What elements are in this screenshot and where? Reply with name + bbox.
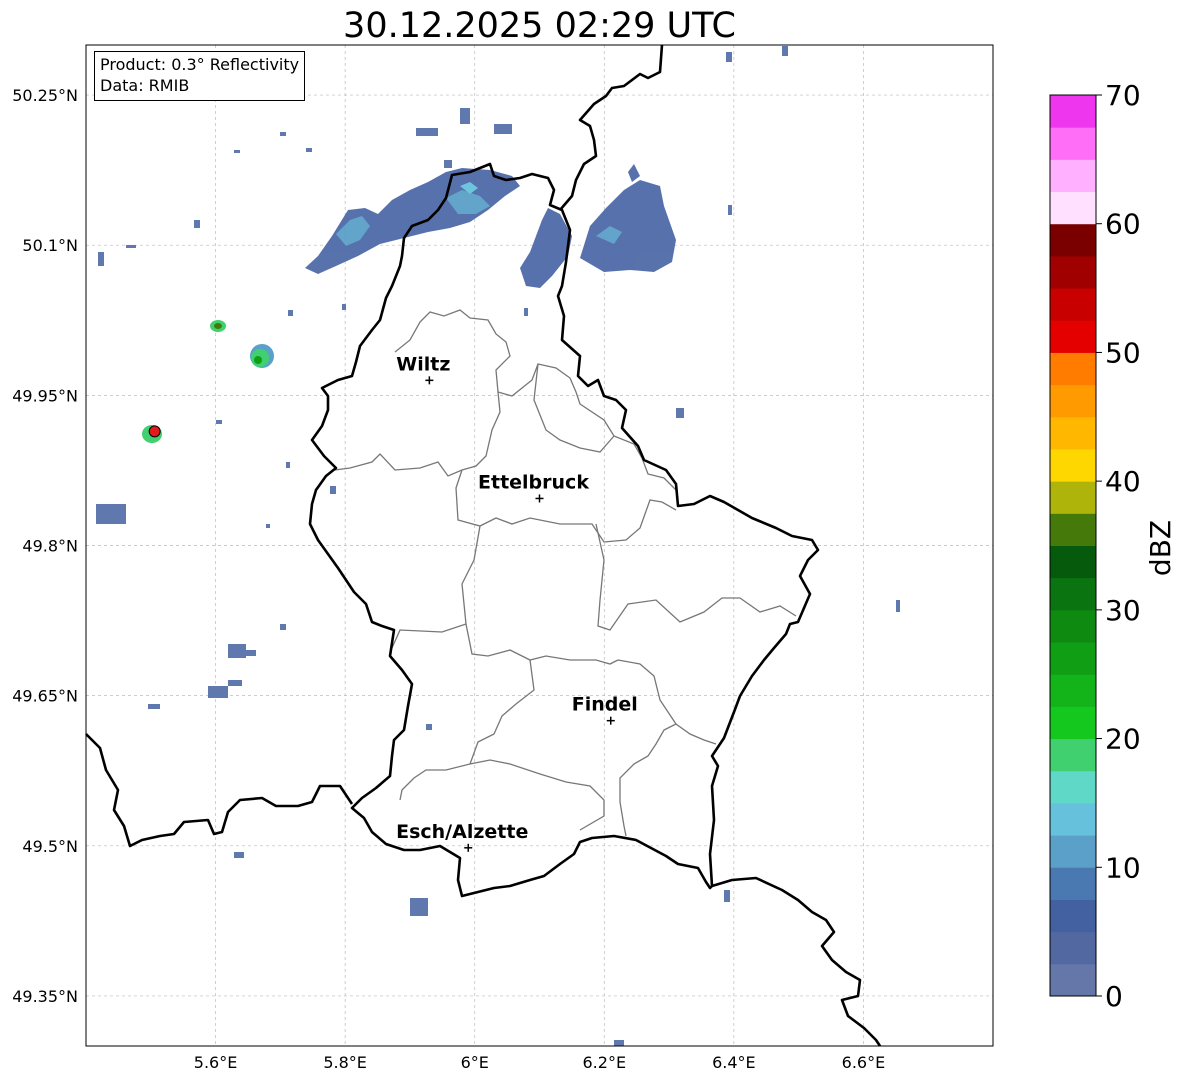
radar-map: WiltzEttelbruckFindelEsch/Alzette 5.6°E 5…: [12, 44, 1177, 1072]
colorbar-segment: [1050, 609, 1096, 643]
colorbar-segment: [1050, 738, 1096, 772]
city-label: Ettelbruck: [478, 471, 589, 493]
admin-boundaries: [334, 309, 797, 837]
colorbar-segment: [1050, 320, 1096, 353]
lon-tick-label: 5.6°E: [194, 1053, 238, 1072]
colorbar-segment: [1050, 577, 1096, 611]
colorbar-tick-label: 40: [1105, 465, 1141, 498]
colorbar-segment: [1050, 931, 1096, 965]
city-markers: Wiltz Ettelbruck Findel Esch/Alzette: [396, 353, 638, 852]
colorbar-label: dBZ: [1144, 520, 1177, 576]
colorbar-tick-label: 10: [1105, 851, 1141, 884]
colorbar-segment: [1050, 545, 1096, 579]
lat-tick-label: 49.5°N: [22, 837, 78, 856]
colorbar-segment: [1050, 416, 1096, 450]
lon-tick-label: 6.4°E: [712, 1053, 756, 1072]
data-source-label: Data: RMIB: [100, 76, 190, 95]
colorbar-segment: [1050, 706, 1096, 740]
colorbar-segment: [1050, 255, 1096, 289]
lat-tick-label: 50.25°N: [12, 86, 78, 105]
colorbar-segment: [1050, 191, 1096, 225]
colorbar-segment: [1050, 384, 1096, 418]
axis-tick-labels: 5.6°E 5.8°E 6°E 6.2°E 6.4°E 6.6°E 50.25°N 50.1°…: [12, 86, 885, 1072]
lon-tick-label: 6°E: [461, 1053, 489, 1072]
grid-lines: [86, 45, 993, 1046]
city-label: Esch/Alzette: [396, 821, 528, 843]
echo-band-north: [305, 164, 676, 288]
echo-cell-west: [142, 320, 274, 443]
colorbar-tick-label: 60: [1105, 208, 1141, 241]
colorbar-segment: [1050, 674, 1096, 707]
lat-tick-label: 49.35°N: [12, 987, 78, 1006]
colorbar-segment: [1050, 127, 1096, 160]
colorbar-segment: [1050, 481, 1096, 514]
colorbar-segment: [1050, 513, 1096, 546]
colorbar-segment: [1050, 642, 1096, 675]
colorbar-segment: [1050, 95, 1096, 128]
city-label: Wiltz: [396, 353, 450, 375]
colorbar: 0 10 20 30 40 50 60 70: [1049, 79, 1141, 1013]
colorbar-segment: [1050, 867, 1096, 900]
product-label: Product: 0.3° Reflectivity: [100, 55, 300, 74]
colorbar-segment: [1050, 159, 1096, 193]
colorbar-segment: [1050, 288, 1096, 321]
colorbar-segment: [1050, 835, 1096, 868]
lon-tick-label: 6.2°E: [583, 1053, 627, 1072]
lon-tick-label: 5.8°E: [323, 1053, 367, 1072]
colorbar-segment: [1050, 802, 1096, 836]
lon-tick-label: 6.6°E: [842, 1053, 886, 1072]
colorbar-segment: [1050, 352, 1096, 386]
colorbar-segment: [1050, 448, 1096, 482]
lat-tick-label: 49.65°N: [12, 687, 78, 706]
radar-site-marker: [148, 425, 161, 438]
colorbar-segment: [1050, 770, 1096, 804]
colorbar-segment: [1050, 963, 1096, 997]
lat-tick-label: 50.1°N: [22, 236, 78, 255]
colorbar-tick-label: 70: [1105, 79, 1141, 112]
colorbar-tick-label: 0: [1105, 980, 1123, 1013]
radar-echoes: [96, 46, 900, 1046]
lat-tick-label: 49.8°N: [22, 537, 78, 556]
city-label: Findel: [572, 694, 638, 716]
colorbar-segment: [1050, 223, 1096, 257]
colorbar-tick-label: 50: [1105, 336, 1141, 369]
colorbar-tick-label: 20: [1105, 723, 1141, 756]
colorbar-tick-label: 30: [1105, 594, 1141, 627]
colorbar-segment: [1050, 899, 1096, 933]
product-info-box: Product: 0.3° Reflectivity Data: RMIB: [94, 51, 306, 101]
lat-tick-label: 49.95°N: [12, 386, 78, 405]
